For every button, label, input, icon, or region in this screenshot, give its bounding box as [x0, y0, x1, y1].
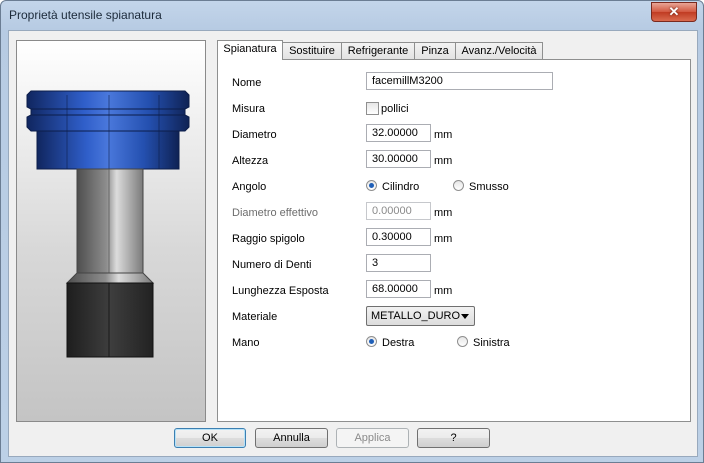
sinistra-label: Sinistra: [473, 337, 510, 349]
raggio-spigolo-input[interactable]: 0.30000: [366, 228, 431, 246]
angolo-label: Angolo: [232, 181, 267, 193]
ok-button[interactable]: OK: [174, 428, 246, 448]
raggio-spigolo-label: Raggio spigolo: [232, 233, 305, 245]
tab-label: Sostituire: [289, 45, 335, 57]
diametro-input[interactable]: 32.00000: [366, 124, 431, 142]
pollici-checkbox[interactable]: [366, 102, 379, 115]
tab-sostituire[interactable]: Sostituire: [282, 42, 342, 59]
apply-button[interactable]: Applica: [336, 428, 409, 448]
tab-refrigerante[interactable]: Refrigerante: [341, 42, 415, 59]
smusso-label: Smusso: [469, 181, 509, 193]
smusso-radio[interactable]: [453, 180, 464, 191]
tool-preview-image: [26, 90, 190, 358]
tab-pinza[interactable]: Pinza: [414, 42, 456, 59]
dialog-window: Proprietà utensile spianatura ✕ Spianatu…: [0, 0, 704, 463]
tab-label: Spianatura: [223, 43, 277, 55]
diametro-effettivo-input: 0.00000: [366, 202, 431, 220]
tab-spianatura[interactable]: Spianatura: [217, 40, 283, 60]
tab-label: Pinza: [421, 45, 449, 57]
tool-cutter-shape: [66, 282, 154, 358]
tool-holder-shape: [26, 90, 190, 170]
nome-input[interactable]: facemillM3200: [366, 72, 553, 90]
tab-avanz-velocita[interactable]: Avanz./Velocità: [455, 42, 543, 59]
pollici-label: pollici: [381, 103, 409, 115]
destra-label: Destra: [382, 337, 415, 349]
diametro-effettivo-label: Diametro effettivo: [232, 207, 319, 219]
altezza-unit: mm: [434, 155, 453, 167]
cilindro-radio[interactable]: [366, 180, 377, 191]
altezza-label: Altezza: [232, 155, 269, 167]
tab-panel-spianatura: Nome facemillM3200 Misura pollici Diamet…: [217, 59, 691, 422]
lunghezza-esposta-unit: mm: [434, 285, 453, 297]
cancel-label: Annulla: [273, 432, 310, 444]
tool-preview: [16, 40, 206, 422]
altezza-input[interactable]: 30.00000: [366, 150, 431, 168]
cancel-button[interactable]: Annulla: [255, 428, 328, 448]
title-bar[interactable]: Proprietà utensile spianatura ✕: [1, 1, 703, 29]
tab-label: Avanz./Velocità: [461, 45, 537, 57]
raggio-spigolo-unit: mm: [434, 233, 453, 245]
mano-label: Mano: [232, 337, 260, 349]
materiale-value: METALLO_DURO: [371, 310, 461, 322]
numero-denti-label: Numero di Denti: [232, 259, 312, 271]
window-title: Proprietà utensile spianatura: [9, 8, 162, 22]
tool-shank-shape: [65, 168, 155, 284]
tab-label: Refrigerante: [347, 45, 409, 57]
materiale-select[interactable]: METALLO_DURO: [366, 306, 475, 326]
diametro-label: Diametro: [232, 129, 277, 141]
diametro-unit: mm: [434, 129, 453, 141]
diametro-effettivo-unit: mm: [434, 207, 453, 219]
nome-label: Nome: [232, 77, 262, 89]
help-button[interactable]: ?: [417, 428, 490, 448]
numero-denti-input[interactable]: 3: [366, 254, 431, 272]
cilindro-label: Cilindro: [382, 181, 420, 193]
materiale-label: Materiale: [232, 311, 278, 323]
misura-label: Misura: [232, 103, 266, 115]
close-button[interactable]: ✕: [651, 2, 697, 22]
help-label: ?: [450, 432, 457, 444]
ok-label: OK: [202, 432, 218, 444]
dialog-client-area: Spianatura Sostituire Refrigerante Pinza…: [8, 30, 698, 457]
destra-radio[interactable]: [366, 336, 377, 347]
sinistra-radio[interactable]: [457, 336, 468, 347]
apply-label: Applica: [354, 432, 391, 444]
lunghezza-esposta-input[interactable]: 68.00000: [366, 280, 431, 298]
lunghezza-esposta-label: Lunghezza Esposta: [232, 285, 329, 297]
close-icon: ✕: [668, 4, 680, 19]
chevron-down-icon: [461, 314, 469, 319]
